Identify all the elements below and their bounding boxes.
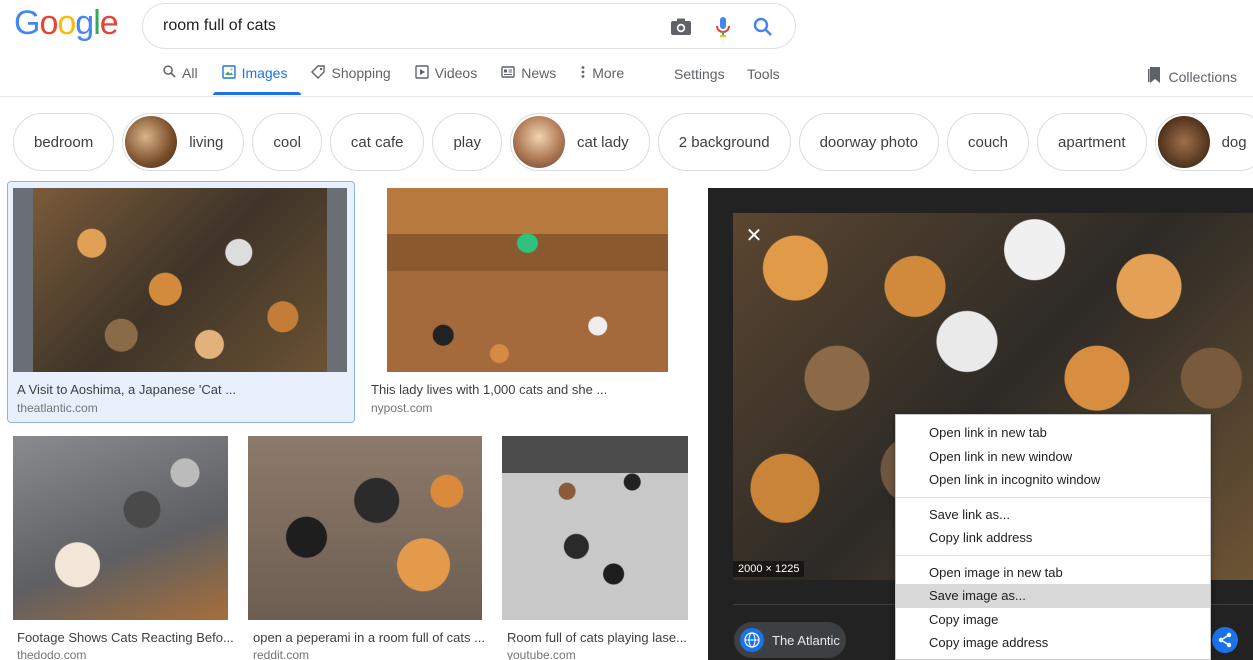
settings-link[interactable]: Settings: [674, 66, 725, 82]
result-caption[interactable]: open a peperami in a room full of cats .…: [253, 630, 485, 645]
chip-label: doorway photo: [819, 133, 918, 151]
menu-item-copy-image[interactable]: Copy image: [896, 608, 1210, 632]
chip-label: play: [453, 133, 481, 151]
header-divider: [0, 96, 1253, 97]
context-menu: Open link in new tab Open link in new wi…: [895, 414, 1211, 660]
chip-play[interactable]: play: [432, 113, 502, 171]
tab-more[interactable]: More: [580, 62, 624, 84]
result-thumbnail[interactable]: [366, 188, 689, 372]
tab-label: Videos: [434, 65, 478, 81]
source-name: The Atlantic: [772, 632, 840, 648]
menu-separator: [896, 496, 1210, 498]
result-caption[interactable]: This lady lives with 1,000 cats and she …: [371, 382, 607, 397]
chip-cat-cafe[interactable]: cat cafe: [329, 113, 425, 171]
menu-item-open-link-incognito[interactable]: Open link in incognito window: [896, 468, 1210, 492]
result-thumbnail[interactable]: [13, 188, 347, 372]
chip-label: cat lady: [576, 133, 629, 151]
google-logo[interactable]: Google: [14, 4, 119, 43]
news-icon: [501, 65, 515, 82]
chip-label: bedroom: [34, 133, 94, 151]
menu-item-save-link-as[interactable]: Save link as...: [896, 503, 1210, 527]
chip-bedroom[interactable]: bedroom: [13, 113, 115, 171]
cats-photo: [33, 188, 327, 372]
result-source[interactable]: nypost.com: [371, 401, 432, 415]
menu-item-copy-image-address[interactable]: Copy image address: [896, 631, 1210, 655]
result-source[interactable]: thedodo.com: [17, 648, 86, 660]
image-icon: [221, 64, 236, 82]
share-icon[interactable]: [1212, 627, 1238, 653]
chip-2-background[interactable]: 2 background: [657, 113, 791, 171]
chip-thumbnail: [125, 116, 178, 168]
menu-item-open-link-new-window[interactable]: Open link in new window: [896, 445, 1210, 469]
chip-label: cat cafe: [350, 133, 404, 151]
result-source[interactable]: theatlantic.com: [17, 401, 98, 415]
lady-photo: [387, 188, 668, 372]
result-thumbnail[interactable]: [248, 436, 482, 620]
logo-letter: g: [75, 4, 94, 42]
menu-item-open-image-new-tab[interactable]: Open image in new tab: [896, 561, 1210, 585]
related-chips: bedroom living cool cat cafe play cat la…: [13, 113, 1253, 171]
chip-thumbnail: [1157, 116, 1210, 168]
chip-living[interactable]: living: [122, 113, 245, 171]
microphone-icon[interactable]: [711, 15, 735, 39]
logo-letter: o: [39, 4, 58, 42]
chip-label: 2 background: [678, 133, 770, 151]
search-icon: [163, 65, 176, 81]
tab-all[interactable]: All: [163, 62, 198, 84]
result-source[interactable]: youtube.com: [507, 648, 576, 660]
tab-label: News: [521, 65, 557, 81]
tab-videos[interactable]: Videos: [414, 62, 478, 84]
tab-images[interactable]: Images: [221, 62, 288, 84]
image-dimensions: 2000 × 1225: [733, 561, 805, 577]
tab-news[interactable]: News: [501, 62, 556, 84]
chip-label: living: [189, 133, 224, 151]
menu-item-save-image-as[interactable]: Save image as...: [896, 584, 1210, 608]
chip-cat-lady[interactable]: cat lady: [509, 113, 650, 171]
chip-label: couch: [968, 133, 1009, 151]
tab-label: All: [182, 65, 198, 81]
tag-icon: [311, 64, 326, 82]
menu-item-copy-link-address[interactable]: Copy link address: [896, 526, 1210, 550]
tools-link[interactable]: Tools: [747, 66, 780, 82]
chip-cool[interactable]: cool: [252, 113, 322, 171]
chip-dog[interactable]: dog: [1154, 113, 1253, 171]
result-thumbnail[interactable]: [13, 436, 228, 620]
chip-couch[interactable]: couch: [947, 113, 1030, 171]
logo-letter: G: [14, 4, 40, 42]
chip-thumbnail: [512, 116, 565, 168]
bookmark-icon: [1147, 66, 1163, 87]
result-thumbnail[interactable]: [502, 436, 688, 620]
result-caption[interactable]: Footage Shows Cats Reacting Befo...: [17, 630, 234, 645]
chip-label: dog: [1221, 133, 1247, 151]
more-vert-icon: [580, 65, 586, 82]
tab-label: More: [592, 65, 625, 81]
search-box[interactable]: room full of cats: [142, 3, 796, 49]
chip-apartment[interactable]: apartment: [1037, 113, 1147, 171]
collections-link[interactable]: Collections: [1147, 66, 1237, 87]
menu-separator: [896, 554, 1210, 556]
search-icon[interactable]: [751, 15, 775, 39]
logo-letter: e: [99, 4, 119, 42]
search-input[interactable]: room full of cats: [163, 17, 276, 35]
tab-label: Shopping: [331, 65, 391, 81]
play-icon: [414, 64, 429, 82]
logo-letter: o: [57, 4, 76, 42]
active-tab-indicator: [213, 92, 301, 95]
collections-label: Collections: [1168, 68, 1237, 85]
result-caption[interactable]: Room full of cats playing lase...: [507, 630, 687, 645]
menu-item-open-link-new-tab[interactable]: Open link in new tab: [896, 421, 1210, 445]
globe-icon: [740, 628, 764, 652]
chip-label: apartment: [1058, 133, 1126, 151]
close-icon[interactable]: ✕: [741, 222, 767, 248]
result-source[interactable]: reddit.com: [253, 648, 309, 660]
result-caption[interactable]: A Visit to Aoshima, a Japanese 'Cat ...: [17, 382, 236, 397]
camera-icon[interactable]: [669, 15, 693, 39]
tab-label: Images: [241, 65, 288, 81]
search-tabs: All Images Shopping Videos News More: [163, 62, 648, 96]
source-site-button[interactable]: The Atlantic: [734, 622, 846, 658]
tab-shopping[interactable]: Shopping: [311, 62, 391, 84]
chip-label: cool: [273, 133, 301, 151]
chip-doorway-photo[interactable]: doorway photo: [798, 113, 939, 171]
